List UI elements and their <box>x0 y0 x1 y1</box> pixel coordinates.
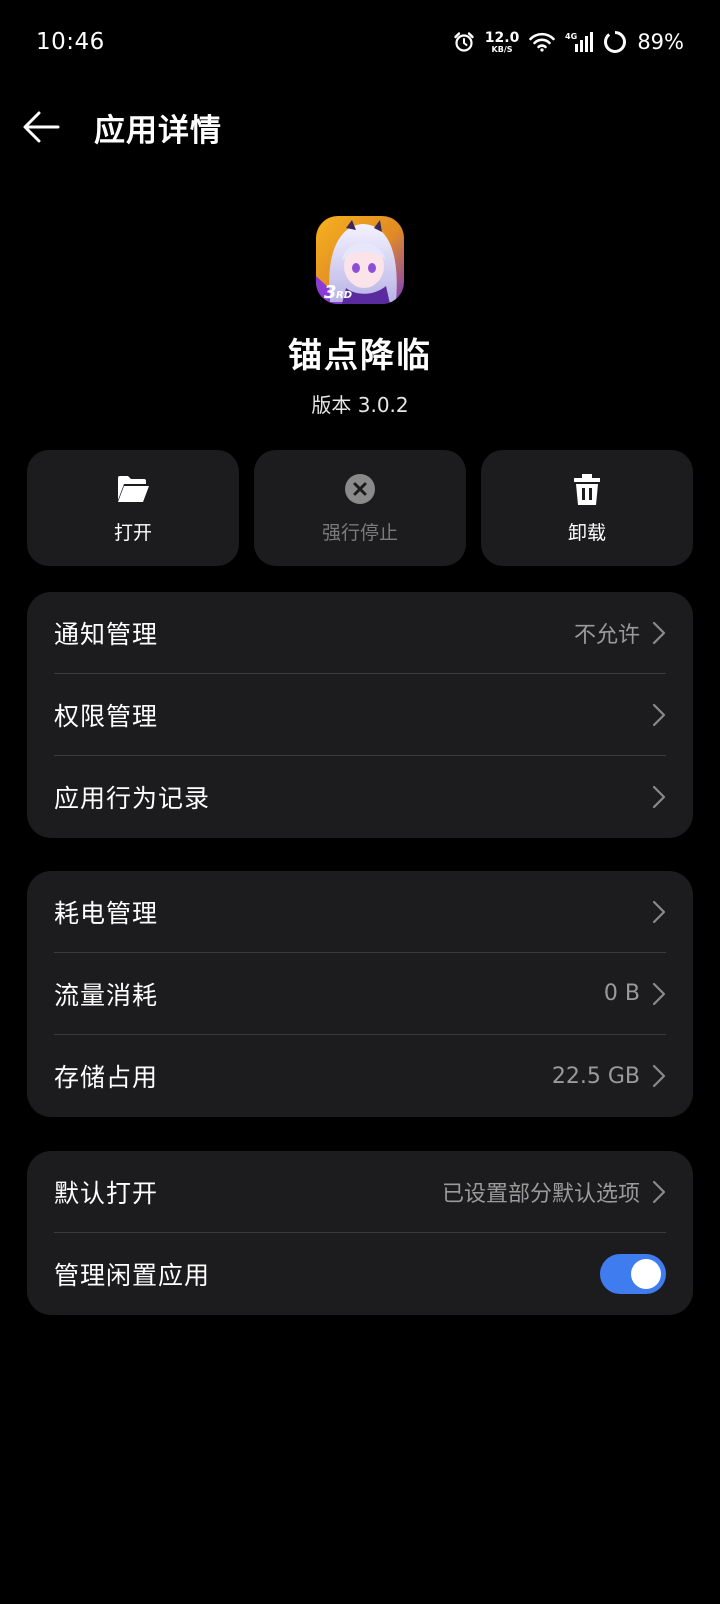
force-stop-button[interactable]: 强行停止 <box>254 450 466 566</box>
row-value: 0 B <box>603 981 640 1006</box>
page-title: 应用详情 <box>94 112 222 149</box>
chevron-right-icon <box>652 703 666 726</box>
row-value: 22.5 GB <box>551 1063 640 1089</box>
app-name: 锚点降临 <box>288 336 432 376</box>
row-label: 应用行为记录 <box>54 784 211 813</box>
settings-card-usage: 耗电管理 流量消耗 0 B 存储占用 22.5 GB <box>27 871 693 1117</box>
wifi-icon <box>529 32 556 52</box>
row-right <box>652 703 666 727</box>
battery-ring-icon <box>603 30 627 54</box>
permission-management-row[interactable]: 权限管理 <box>54 674 666 756</box>
row-right <box>652 785 666 809</box>
app-icon: 3 RD <box>316 216 404 304</box>
app-version: 版本 3.0.2 <box>311 393 409 417</box>
row-label: 耗电管理 <box>54 898 159 928</box>
chevron-right-icon <box>652 621 666 644</box>
force-stop-button-label: 强行停止 <box>321 521 398 544</box>
status-time: 10:46 <box>36 29 105 55</box>
signal-icon: 4G <box>565 31 594 53</box>
row-right: 已设置部分默认选项 <box>442 1176 666 1208</box>
app-details-screen: 10:46 12.0 KB/S 4G 89% 应用详情 3 RD 锚点降临 版本… <box>0 0 720 1604</box>
chevron-right-icon <box>652 785 666 809</box>
settings-card-management: 通知管理 不允许 权限管理 应用行为记录 <box>27 592 693 838</box>
svg-text:RD: RD <box>336 290 352 301</box>
settings-card-defaults: 默认打开 已设置部分默认选项 管理闲置应用 <box>27 1151 693 1315</box>
status-icons: 12.0 KB/S 4G 89% <box>453 30 684 54</box>
manage-idle-apps-toggle[interactable] <box>600 1254 666 1294</box>
row-label: 通知管理 <box>54 619 159 649</box>
row-right: 不允许 <box>574 617 666 649</box>
uninstall-button-label: 卸载 <box>567 521 606 544</box>
action-buttons: 打开 强行停止 卸载 <box>27 450 693 566</box>
arrow-left-icon <box>23 111 60 143</box>
status-bar: 10:46 12.0 KB/S 4G 89% <box>0 0 720 84</box>
row-label: 默认打开 <box>54 1178 159 1208</box>
row-right: 22.5 GB <box>552 1064 666 1089</box>
storage-usage-row[interactable]: 存储占用 22.5 GB <box>54 1035 666 1117</box>
row-label: 存储占用 <box>54 1063 159 1092</box>
row-label: 流量消耗 <box>54 980 159 1010</box>
open-button-label: 打开 <box>113 521 152 544</box>
row-value: 已设置部分默认选项 <box>441 1181 640 1207</box>
alarm-icon <box>453 31 475 53</box>
default-open-row[interactable]: 默认打开 已设置部分默认选项 <box>54 1151 666 1233</box>
uninstall-button[interactable]: 卸载 <box>481 450 693 566</box>
toggle-knob <box>631 1259 661 1289</box>
data-usage-row[interactable]: 流量消耗 0 B <box>54 953 666 1035</box>
row-right <box>652 900 666 924</box>
chevron-right-icon <box>652 1180 666 1203</box>
chevron-right-icon <box>652 982 666 1005</box>
notification-management-row[interactable]: 通知管理 不允许 <box>54 592 666 674</box>
svg-text:3: 3 <box>324 282 337 303</box>
chevron-right-icon <box>652 900 666 923</box>
app-info: 3 RD 锚点降临 版本 3.0.2 <box>0 216 720 418</box>
battery-percent: 89% <box>637 30 684 54</box>
row-label: 权限管理 <box>54 701 159 731</box>
app-behavior-log-row[interactable]: 应用行为记录 <box>54 756 666 838</box>
manage-idle-apps-row: 管理闲置应用 <box>54 1233 666 1315</box>
close-circle-icon <box>344 472 376 506</box>
network-speed-unit: KB/S <box>491 44 513 54</box>
network-speed: 12.0 KB/S <box>485 31 520 54</box>
svg-text:4G: 4G <box>565 32 577 41</box>
folder-icon <box>116 472 150 506</box>
row-right: 0 B <box>604 981 666 1006</box>
network-speed-value: 12.0 <box>484 29 520 46</box>
chevron-right-icon <box>652 1064 666 1088</box>
trash-icon <box>572 472 602 506</box>
row-value: 不允许 <box>573 622 640 648</box>
open-button[interactable]: 打开 <box>27 450 239 566</box>
battery-management-row[interactable]: 耗电管理 <box>54 871 666 953</box>
row-label: 管理闲置应用 <box>54 1261 211 1290</box>
back-button[interactable] <box>22 92 94 162</box>
page-header: 应用详情 <box>0 92 720 162</box>
